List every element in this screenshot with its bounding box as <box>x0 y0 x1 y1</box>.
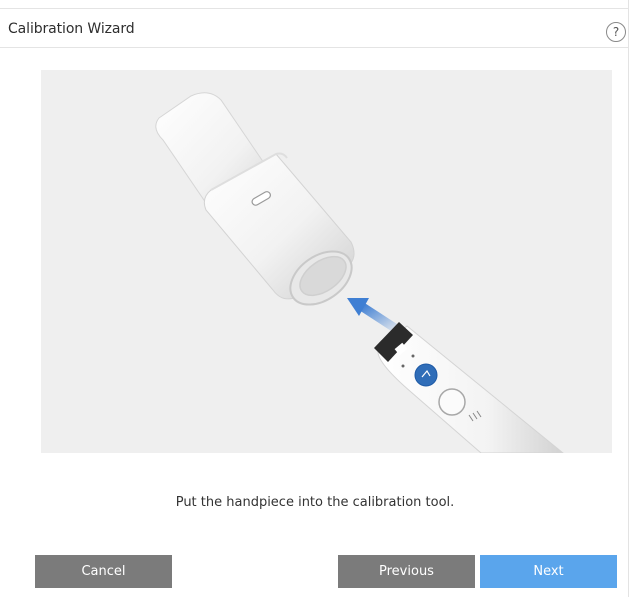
previous-button[interactable]: Previous <box>338 555 475 588</box>
help-button[interactable]: ? <box>606 22 626 42</box>
title-bar: Calibration Wizard ? <box>0 8 628 48</box>
dialog-title: Calibration Wizard <box>8 21 135 37</box>
handpiece-graphic <box>374 322 564 453</box>
instruction-text: Put the handpiece into the calibration t… <box>175 495 455 510</box>
calibration-tool-graphic <box>155 92 355 306</box>
calibration-wizard-dialog: Calibration Wizard ? Put the handpiece i… <box>0 0 629 597</box>
calibration-illustration <box>41 70 612 453</box>
next-button[interactable]: Next <box>480 555 617 588</box>
cancel-button[interactable]: Cancel <box>35 555 172 588</box>
insert-direction-arrow-icon <box>347 298 406 337</box>
